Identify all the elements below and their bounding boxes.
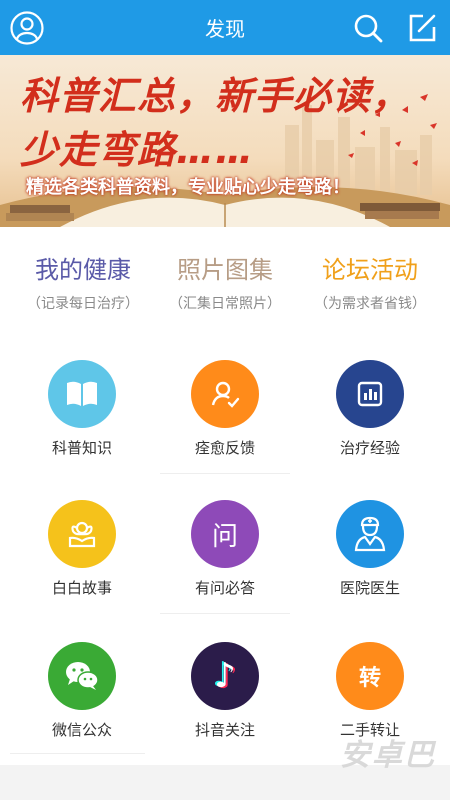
grid-divider <box>160 473 290 474</box>
category-subtitle: （记录每日治疗） <box>27 296 139 312</box>
grid-item-wechat-official[interactable]: 微信公众 <box>7 642 157 752</box>
compose-button[interactable] <box>404 10 440 46</box>
grid-label: 痊愈反馈 <box>194 439 255 457</box>
grid-divider <box>10 753 145 754</box>
app-header: 发现 <box>0 0 450 55</box>
grid-icon-bg: 问 <box>191 500 259 568</box>
wechat-icon <box>66 662 99 690</box>
doctor-icon <box>354 516 386 552</box>
grid-icon-bg <box>336 360 404 428</box>
category-title: 照片图集 <box>177 256 273 284</box>
user-check-icon <box>211 381 240 408</box>
transfer-icon: 转 <box>358 666 381 691</box>
grid-item-hospital-doctor[interactable]: 医院医生 <box>295 500 445 610</box>
grid-icon-bg: 转 <box>336 642 404 710</box>
category-my-health[interactable]: 我的健康 （记录每日治疗） <box>8 250 158 313</box>
category-row: 我的健康 （记录每日治疗） 照片图集 （汇集日常照片） 论坛活动 （为需求者省钱… <box>0 250 450 320</box>
grid-item-treatment-experience[interactable]: 治疗经验 <box>295 360 445 470</box>
grid-icon-bg <box>48 360 116 428</box>
grid-icon-bg <box>48 642 116 710</box>
grid-icon-bg <box>336 500 404 568</box>
grid-icon-bg: ♪ <box>191 642 259 710</box>
grid-icon-bg <box>48 500 116 568</box>
promo-banner[interactable]: 科普汇总，新手必读， 少走弯路…… 精选各类科普资料，专业贴心少走弯路！ <box>0 55 450 227</box>
grid-item-science-knowledge[interactable]: 科普知识 <box>7 360 157 470</box>
category-subtitle: （汇集日常照片） <box>169 296 281 312</box>
watermark: 安卓巴 <box>340 738 436 773</box>
book-icon <box>67 381 97 406</box>
banner-headline-2: 少走弯路…… <box>20 128 255 172</box>
grid-label: 治疗经验 <box>339 439 400 457</box>
category-title: 论坛活动 <box>322 256 418 284</box>
tiktok-icon: ♪ <box>214 656 236 696</box>
search-icon <box>354 14 383 43</box>
category-photo-gallery[interactable]: 照片图集 （汇集日常照片） <box>150 250 300 313</box>
banner-subtitle: 精选各类科普资料，专业贴心少走弯路！ <box>26 177 350 198</box>
grid-icon-bg <box>191 360 259 428</box>
grid-label: 有问必答 <box>194 579 255 597</box>
flower-icon <box>68 521 96 548</box>
grid-item-douyin-follow[interactable]: ♪ 抖音关注 <box>150 642 300 752</box>
category-subtitle: （为需求者省钱） <box>314 296 426 312</box>
search-button[interactable] <box>350 10 386 46</box>
grid-label: 白白故事 <box>51 579 112 597</box>
compose-icon <box>409 14 436 42</box>
chart-icon <box>357 381 383 407</box>
category-forum-activity[interactable]: 论坛活动 （为需求者省钱） <box>295 250 445 313</box>
grid-item-qa[interactable]: 问 有问必答 <box>150 500 300 610</box>
banner-headline-1: 科普汇总，新手必读， <box>20 74 411 118</box>
grid-item-recovery-feedback[interactable]: 痊愈反馈 <box>150 360 300 470</box>
question-icon: 问 <box>211 521 238 552</box>
grid-item-baibai-stories[interactable]: 白白故事 <box>7 500 157 610</box>
grid-label: 医院医生 <box>339 579 400 597</box>
grid-label: 抖音关注 <box>194 721 255 739</box>
grid-divider <box>160 613 290 614</box>
grid-label: 微信公众 <box>51 721 112 739</box>
category-title: 我的健康 <box>35 256 131 284</box>
grid-label: 科普知识 <box>51 439 112 457</box>
